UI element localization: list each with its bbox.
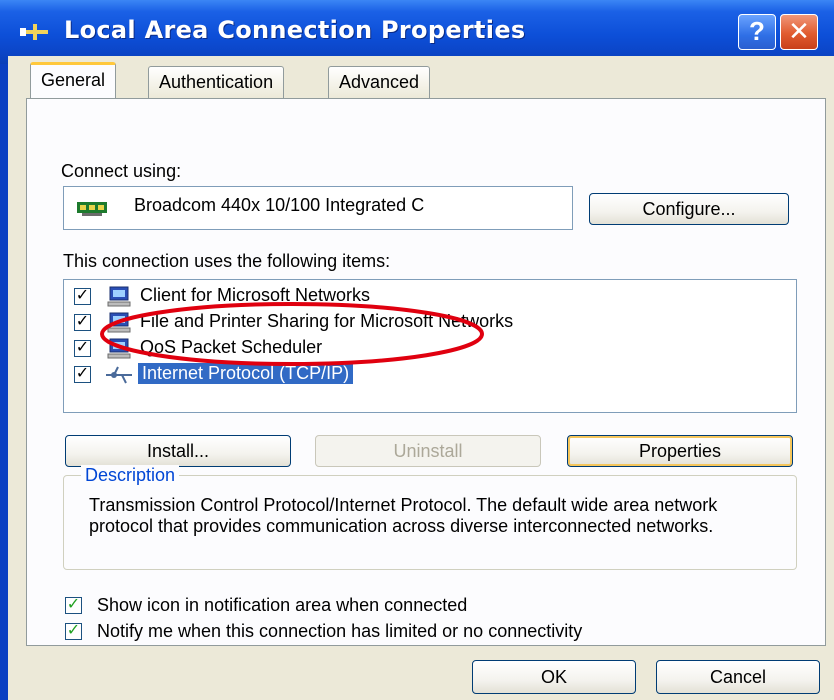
properties-window: Local Area Connection Properties ? ✕ Gen… bbox=[0, 0, 834, 700]
network-adapter-icon bbox=[77, 202, 107, 216]
ok-button-label: OK bbox=[540, 667, 567, 687]
adapter-name: Broadcom 440x 10/100 Integrated C bbox=[134, 195, 425, 215]
close-button[interactable]: ✕ bbox=[780, 14, 818, 50]
notify-checkbox[interactable]: ✓ bbox=[65, 623, 82, 640]
configure-button-label: Configure... bbox=[642, 199, 736, 219]
properties-button-label: Properties bbox=[638, 441, 722, 461]
help-button[interactable]: ? bbox=[738, 14, 776, 50]
item-checkbox[interactable]: ✓ bbox=[74, 288, 91, 305]
item-checkbox[interactable]: ✓ bbox=[74, 340, 91, 357]
cancel-button[interactable]: Cancel bbox=[656, 660, 820, 694]
configure-button[interactable]: Configure... bbox=[589, 193, 789, 225]
cancel-button-label: Cancel bbox=[709, 667, 767, 687]
uninstall-button[interactable]: Uninstall bbox=[315, 435, 541, 467]
install-button-label: Install... bbox=[146, 441, 210, 461]
title-bar[interactable]: Local Area Connection Properties ? ✕ bbox=[0, 0, 834, 64]
uninstall-button-label: Uninstall bbox=[393, 441, 463, 461]
description-legend: Description bbox=[81, 465, 180, 486]
window-title: Local Area Connection Properties bbox=[64, 16, 526, 44]
network-connection-icon bbox=[20, 24, 48, 40]
ok-button[interactable]: OK bbox=[472, 660, 636, 694]
adapter-field: Broadcom 440x 10/100 Integrated C bbox=[63, 186, 573, 230]
tab-general[interactable]: General bbox=[30, 62, 117, 98]
items-label: This connection uses the following items… bbox=[63, 251, 391, 271]
item-checkbox[interactable]: ✓ bbox=[74, 366, 91, 383]
item-checkbox[interactable]: ✓ bbox=[74, 314, 91, 331]
red-annotation-ellipse bbox=[100, 302, 484, 366]
description-text: Transmission Control Protocol/Internet P… bbox=[89, 495, 718, 536]
dialog-body: General Authentication Advanced Connect … bbox=[8, 56, 834, 700]
show-icon-label: Show icon in notification area when conn… bbox=[97, 595, 468, 615]
install-button[interactable]: Install... bbox=[65, 435, 291, 467]
notify-label: Notify me when this connection has limit… bbox=[97, 621, 583, 641]
tab-authentication[interactable]: Authentication bbox=[148, 66, 285, 98]
tab-advanced[interactable]: Advanced bbox=[328, 66, 431, 98]
properties-button[interactable]: Properties bbox=[567, 435, 793, 467]
show-icon-checkbox[interactable]: ✓ bbox=[65, 597, 82, 614]
connect-using-label: Connect using: bbox=[61, 161, 182, 181]
